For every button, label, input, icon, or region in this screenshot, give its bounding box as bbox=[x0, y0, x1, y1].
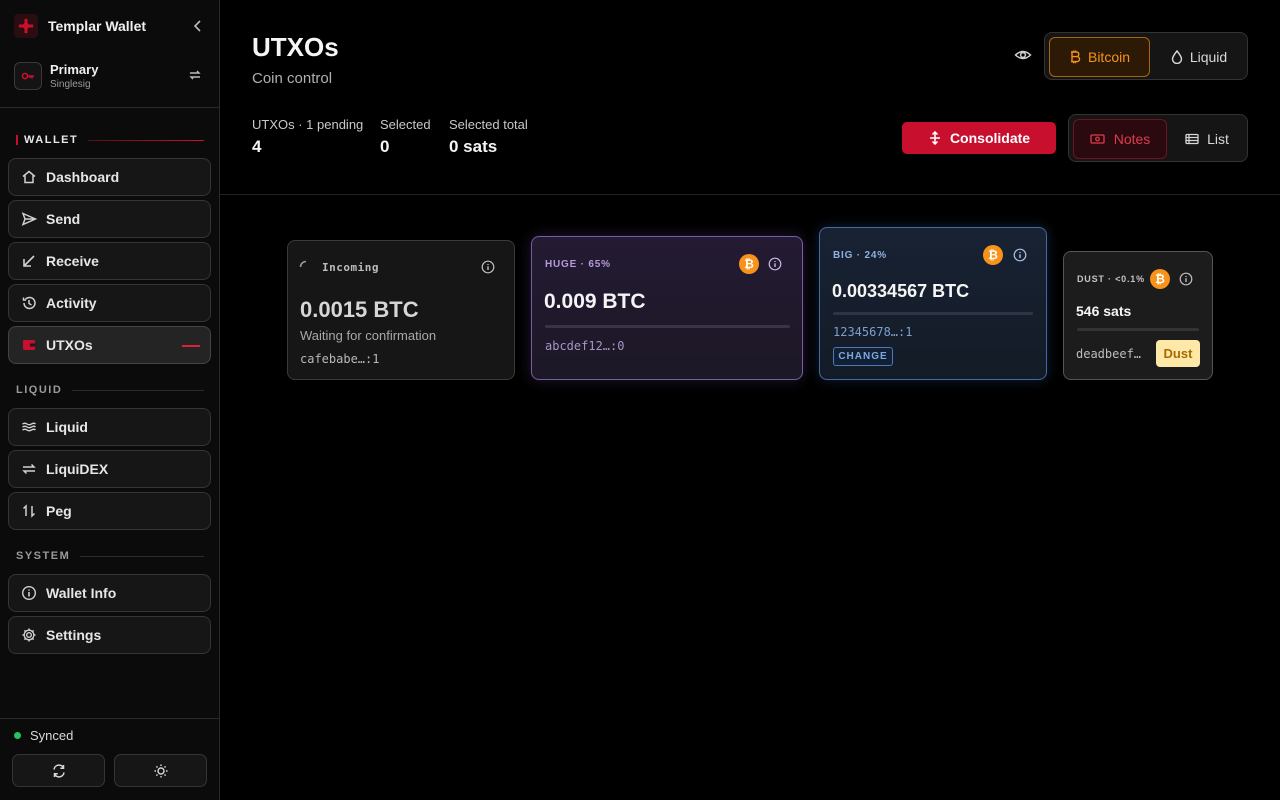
list-view-button[interactable]: List bbox=[1171, 119, 1243, 159]
page-subtitle: Coin control bbox=[252, 70, 333, 87]
sync-status: Synced bbox=[14, 728, 73, 743]
app-title: Templar Wallet bbox=[48, 18, 147, 34]
info-icon[interactable] bbox=[1179, 272, 1193, 286]
view-toggle: Notes List bbox=[1068, 114, 1248, 162]
utxo-share-bar bbox=[833, 312, 1033, 315]
sidebar-item-wallet-info[interactable]: Wallet Info bbox=[8, 574, 211, 612]
sidebar-item-liquid[interactable]: Liquid bbox=[8, 408, 211, 446]
home-icon bbox=[21, 169, 37, 185]
sidebar-item-activity[interactable]: Activity bbox=[8, 284, 211, 322]
send-icon bbox=[21, 211, 37, 227]
network-toggle: Bitcoin Liquid bbox=[1044, 32, 1248, 80]
stat-utxo-count: UTXOs · 1 pending 4 bbox=[252, 117, 364, 156]
liquid-network-button[interactable]: Liquid bbox=[1154, 37, 1244, 77]
utxo-share-bar bbox=[545, 325, 790, 328]
status-dot-icon bbox=[14, 732, 21, 739]
info-icon bbox=[21, 585, 37, 601]
merge-icon bbox=[928, 131, 950, 145]
utxo-outpoint: deadbeef… bbox=[1076, 347, 1142, 361]
active-indicator bbox=[182, 345, 200, 347]
sidebar-item-receive[interactable]: Receive bbox=[8, 242, 211, 280]
wallet-switcher[interactable]: Primary Singlesig bbox=[14, 60, 206, 92]
wallet-name: Primary bbox=[50, 61, 99, 77]
dust-badge: Dust bbox=[1156, 340, 1200, 367]
arrows-up-down-icon bbox=[21, 503, 37, 519]
sidebar-item-send[interactable]: Send bbox=[8, 200, 211, 238]
bitcoin-coin-icon: ₿ bbox=[739, 254, 759, 274]
info-icon[interactable] bbox=[1013, 248, 1027, 262]
stat-selected-total: Selected total 0 sats bbox=[449, 117, 528, 156]
sidebar-footer-divider bbox=[0, 718, 219, 719]
sidebar: Templar Wallet Primary Singlesig WALLET … bbox=[0, 0, 220, 800]
utxo-tag: HUGE · 65% bbox=[545, 259, 611, 270]
waves-icon bbox=[21, 419, 37, 435]
info-icon[interactable] bbox=[481, 260, 495, 274]
templar-cross-logo-icon bbox=[14, 14, 38, 38]
collapse-sidebar-icon[interactable] bbox=[190, 18, 206, 34]
change-badge: CHANGE bbox=[833, 347, 893, 366]
bitcoin-network-button[interactable]: Bitcoin bbox=[1049, 37, 1150, 77]
history-icon bbox=[21, 295, 37, 311]
sidebar-item-peg[interactable]: Peg bbox=[8, 492, 211, 530]
swap-wallet-icon[interactable] bbox=[188, 68, 202, 82]
utxo-card-huge[interactable]: HUGE · 65% ₿ 0.009 BTC abcdef12…:0 bbox=[531, 236, 803, 380]
bitcoin-coin-icon: ₿ bbox=[1150, 269, 1170, 289]
utxo-card-incoming[interactable]: Incoming 0.0015 BTC Waiting for confirma… bbox=[287, 240, 515, 380]
utxo-outpoint: cafebabe…:1 bbox=[300, 352, 380, 366]
utxo-amount: 0.00334567 BTC bbox=[832, 281, 970, 301]
sidebar-item-utxos[interactable]: UTXOs bbox=[8, 326, 211, 364]
arrow-down-left-icon bbox=[21, 253, 37, 269]
utxo-tag: Incoming bbox=[322, 261, 379, 274]
eye-icon[interactable] bbox=[1014, 46, 1032, 64]
utxo-tag: DUST · <0.1% bbox=[1077, 274, 1145, 284]
utxo-status: Waiting for confirmation bbox=[300, 328, 437, 343]
section-liquid: LIQUID bbox=[16, 383, 204, 397]
bitcoin-icon bbox=[1069, 50, 1088, 64]
utxo-card-dust[interactable]: DUST · <0.1% ₿ 546 sats deadbeef… Dust bbox=[1063, 251, 1213, 380]
info-icon[interactable] bbox=[768, 257, 782, 271]
header-divider bbox=[220, 194, 1280, 195]
sidebar-item-settings[interactable]: Settings bbox=[8, 616, 211, 654]
wallet-type: Singlesig bbox=[50, 78, 91, 90]
page-title: UTXOs bbox=[252, 32, 339, 62]
stat-selected: Selected 0 bbox=[380, 117, 431, 156]
sidebar-item-liquidex[interactable]: LiquiDEX bbox=[8, 450, 211, 488]
bitcoin-coin-icon: ₿ bbox=[983, 245, 1003, 265]
utxo-outpoint: abcdef12…:0 bbox=[545, 339, 625, 353]
brand: Templar Wallet bbox=[14, 14, 206, 38]
refresh-icon bbox=[51, 763, 67, 779]
utxo-amount: 0.009 BTC bbox=[544, 290, 646, 313]
notes-view-button[interactable]: Notes bbox=[1073, 119, 1167, 159]
gear-icon bbox=[21, 627, 37, 643]
swap-arrows-icon bbox=[21, 461, 37, 477]
refresh-button[interactable] bbox=[12, 754, 105, 787]
theme-toggle-button[interactable] bbox=[114, 754, 207, 787]
spinner-icon bbox=[299, 260, 313, 274]
sun-icon bbox=[153, 763, 169, 779]
sidebar-item-dashboard[interactable]: Dashboard bbox=[8, 158, 211, 196]
section-system: SYSTEM bbox=[16, 549, 204, 563]
utxo-card-big[interactable]: BIG · 24% ₿ 0.00334567 BTC 12345678…:1 C… bbox=[819, 227, 1047, 380]
utxo-amount: 0.0015 BTC bbox=[300, 297, 419, 322]
key-icon bbox=[14, 62, 42, 90]
utxo-tag: BIG · 24% bbox=[833, 250, 887, 261]
utxo-amount: 546 sats bbox=[1076, 303, 1132, 319]
list-icon bbox=[1185, 133, 1207, 145]
droplet-icon bbox=[1171, 50, 1190, 64]
sidebar-divider bbox=[0, 107, 219, 108]
consolidate-button[interactable]: Consolidate bbox=[902, 122, 1056, 154]
utxo-outpoint: 12345678…:1 bbox=[833, 325, 913, 339]
section-wallet: WALLET bbox=[16, 133, 204, 147]
banknote-icon bbox=[1090, 133, 1114, 145]
wallet-icon bbox=[21, 337, 37, 353]
utxo-share-bar bbox=[1077, 328, 1199, 331]
